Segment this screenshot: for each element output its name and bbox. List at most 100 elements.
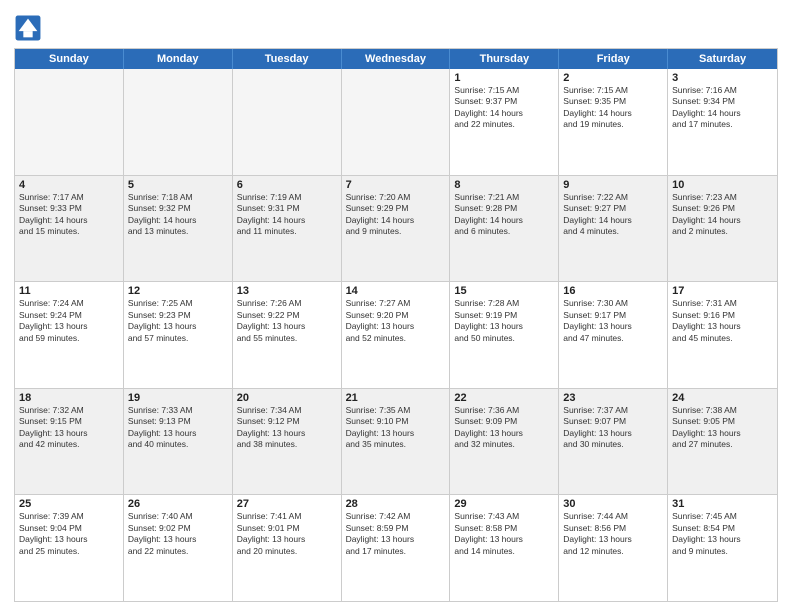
table-row: 28Sunrise: 7:42 AMSunset: 8:59 PMDayligh… [342,495,451,601]
table-row: 6Sunrise: 7:19 AMSunset: 9:31 PMDaylight… [233,176,342,282]
cell-info: Sunrise: 7:32 AMSunset: 9:15 PMDaylight:… [19,405,119,451]
table-row: 30Sunrise: 7:44 AMSunset: 8:56 PMDayligh… [559,495,668,601]
day-header-tuesday: Tuesday [233,49,342,69]
cell-info: Sunrise: 7:39 AMSunset: 9:04 PMDaylight:… [19,511,119,557]
cell-info: Sunrise: 7:35 AMSunset: 9:10 PMDaylight:… [346,405,446,451]
day-header-wednesday: Wednesday [342,49,451,69]
table-row: 20Sunrise: 7:34 AMSunset: 9:12 PMDayligh… [233,389,342,495]
day-number: 2 [563,72,663,84]
cell-info: Sunrise: 7:44 AMSunset: 8:56 PMDaylight:… [563,511,663,557]
day-number: 28 [346,498,446,510]
calendar: SundayMondayTuesdayWednesdayThursdayFrid… [14,48,778,602]
cell-info: Sunrise: 7:34 AMSunset: 9:12 PMDaylight:… [237,405,337,451]
cell-info: Sunrise: 7:24 AMSunset: 9:24 PMDaylight:… [19,298,119,344]
cell-info: Sunrise: 7:41 AMSunset: 9:01 PMDaylight:… [237,511,337,557]
day-number: 21 [346,392,446,404]
table-row: 19Sunrise: 7:33 AMSunset: 9:13 PMDayligh… [124,389,233,495]
day-header-thursday: Thursday [450,49,559,69]
day-number: 3 [672,72,773,84]
day-number: 15 [454,285,554,297]
day-number: 7 [346,179,446,191]
table-row: 22Sunrise: 7:36 AMSunset: 9:09 PMDayligh… [450,389,559,495]
table-row: 25Sunrise: 7:39 AMSunset: 9:04 PMDayligh… [15,495,124,601]
table-row: 10Sunrise: 7:23 AMSunset: 9:26 PMDayligh… [668,176,777,282]
page: SundayMondayTuesdayWednesdayThursdayFrid… [0,0,792,612]
table-row: 11Sunrise: 7:24 AMSunset: 9:24 PMDayligh… [15,282,124,388]
table-row: 26Sunrise: 7:40 AMSunset: 9:02 PMDayligh… [124,495,233,601]
day-number: 6 [237,179,337,191]
day-header-friday: Friday [559,49,668,69]
day-number: 31 [672,498,773,510]
table-row: 8Sunrise: 7:21 AMSunset: 9:28 PMDaylight… [450,176,559,282]
cell-info: Sunrise: 7:17 AMSunset: 9:33 PMDaylight:… [19,192,119,238]
table-row: 9Sunrise: 7:22 AMSunset: 9:27 PMDaylight… [559,176,668,282]
cell-info: Sunrise: 7:23 AMSunset: 9:26 PMDaylight:… [672,192,773,238]
cell-info: Sunrise: 7:27 AMSunset: 9:20 PMDaylight:… [346,298,446,344]
day-header-saturday: Saturday [668,49,777,69]
cell-info: Sunrise: 7:22 AMSunset: 9:27 PMDaylight:… [563,192,663,238]
cell-info: Sunrise: 7:45 AMSunset: 8:54 PMDaylight:… [672,511,773,557]
table-row: 1Sunrise: 7:15 AMSunset: 9:37 PMDaylight… [450,69,559,175]
cell-info: Sunrise: 7:19 AMSunset: 9:31 PMDaylight:… [237,192,337,238]
cell-info: Sunrise: 7:28 AMSunset: 9:19 PMDaylight:… [454,298,554,344]
day-number: 12 [128,285,228,297]
day-number: 23 [563,392,663,404]
day-number: 26 [128,498,228,510]
day-number: 20 [237,392,337,404]
table-row: 16Sunrise: 7:30 AMSunset: 9:17 PMDayligh… [559,282,668,388]
table-row: 5Sunrise: 7:18 AMSunset: 9:32 PMDaylight… [124,176,233,282]
cell-info: Sunrise: 7:43 AMSunset: 8:58 PMDaylight:… [454,511,554,557]
table-row: 7Sunrise: 7:20 AMSunset: 9:29 PMDaylight… [342,176,451,282]
table-row: 17Sunrise: 7:31 AMSunset: 9:16 PMDayligh… [668,282,777,388]
table-row [124,69,233,175]
cell-info: Sunrise: 7:15 AMSunset: 9:37 PMDaylight:… [454,85,554,131]
day-number: 9 [563,179,663,191]
cell-info: Sunrise: 7:16 AMSunset: 9:34 PMDaylight:… [672,85,773,131]
day-number: 8 [454,179,554,191]
week-row-4: 25Sunrise: 7:39 AMSunset: 9:04 PMDayligh… [15,494,777,601]
day-number: 27 [237,498,337,510]
cell-info: Sunrise: 7:18 AMSunset: 9:32 PMDaylight:… [128,192,228,238]
day-number: 25 [19,498,119,510]
table-row: 2Sunrise: 7:15 AMSunset: 9:35 PMDaylight… [559,69,668,175]
week-row-2: 11Sunrise: 7:24 AMSunset: 9:24 PMDayligh… [15,281,777,388]
week-row-3: 18Sunrise: 7:32 AMSunset: 9:15 PMDayligh… [15,388,777,495]
day-number: 1 [454,72,554,84]
day-number: 17 [672,285,773,297]
cell-info: Sunrise: 7:37 AMSunset: 9:07 PMDaylight:… [563,405,663,451]
day-number: 22 [454,392,554,404]
day-number: 30 [563,498,663,510]
day-header-sunday: Sunday [15,49,124,69]
day-number: 18 [19,392,119,404]
week-row-1: 4Sunrise: 7:17 AMSunset: 9:33 PMDaylight… [15,175,777,282]
table-row: 18Sunrise: 7:32 AMSunset: 9:15 PMDayligh… [15,389,124,495]
table-row: 15Sunrise: 7:28 AMSunset: 9:19 PMDayligh… [450,282,559,388]
cell-info: Sunrise: 7:21 AMSunset: 9:28 PMDaylight:… [454,192,554,238]
day-number: 16 [563,285,663,297]
cell-info: Sunrise: 7:40 AMSunset: 9:02 PMDaylight:… [128,511,228,557]
logo-icon [14,14,42,42]
cell-info: Sunrise: 7:20 AMSunset: 9:29 PMDaylight:… [346,192,446,238]
day-header-monday: Monday [124,49,233,69]
cell-info: Sunrise: 7:30 AMSunset: 9:17 PMDaylight:… [563,298,663,344]
table-row [342,69,451,175]
cell-info: Sunrise: 7:25 AMSunset: 9:23 PMDaylight:… [128,298,228,344]
day-number: 14 [346,285,446,297]
table-row: 24Sunrise: 7:38 AMSunset: 9:05 PMDayligh… [668,389,777,495]
day-number: 19 [128,392,228,404]
table-row [233,69,342,175]
cell-info: Sunrise: 7:38 AMSunset: 9:05 PMDaylight:… [672,405,773,451]
table-row: 14Sunrise: 7:27 AMSunset: 9:20 PMDayligh… [342,282,451,388]
day-number: 10 [672,179,773,191]
cell-info: Sunrise: 7:15 AMSunset: 9:35 PMDaylight:… [563,85,663,131]
table-row: 12Sunrise: 7:25 AMSunset: 9:23 PMDayligh… [124,282,233,388]
table-row: 13Sunrise: 7:26 AMSunset: 9:22 PMDayligh… [233,282,342,388]
day-number: 5 [128,179,228,191]
cell-info: Sunrise: 7:33 AMSunset: 9:13 PMDaylight:… [128,405,228,451]
day-number: 29 [454,498,554,510]
week-row-0: 1Sunrise: 7:15 AMSunset: 9:37 PMDaylight… [15,69,777,175]
table-row: 29Sunrise: 7:43 AMSunset: 8:58 PMDayligh… [450,495,559,601]
day-number: 11 [19,285,119,297]
day-number: 13 [237,285,337,297]
day-number: 4 [19,179,119,191]
